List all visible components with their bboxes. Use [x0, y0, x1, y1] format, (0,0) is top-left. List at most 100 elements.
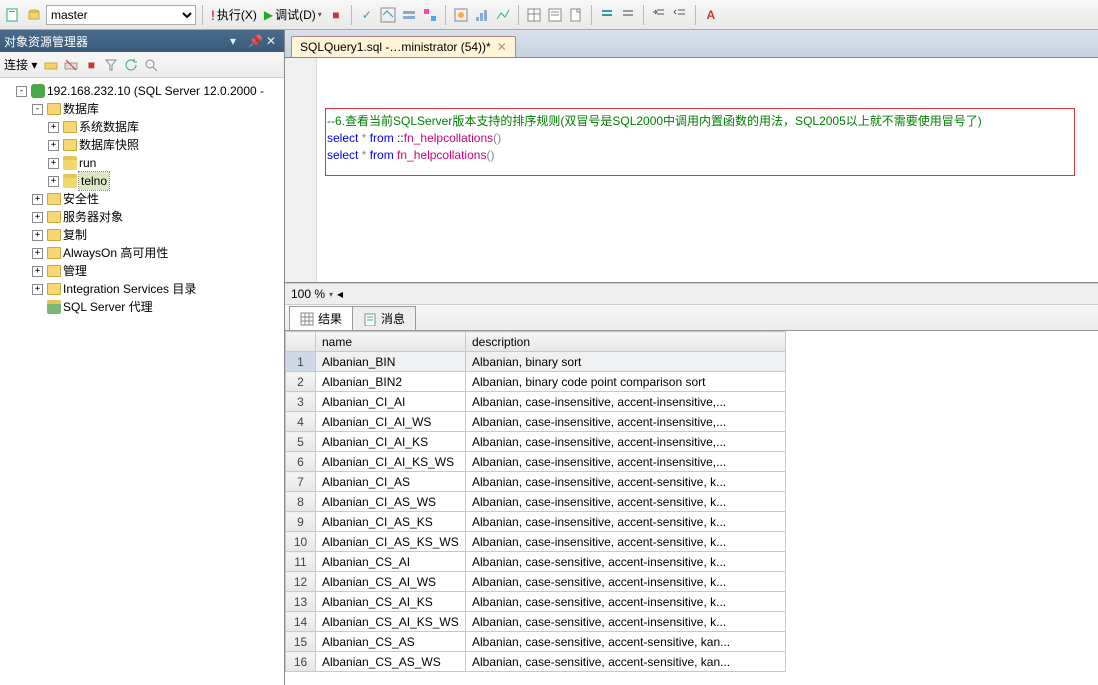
cell-name[interactable]: Albanian_BIN — [316, 352, 466, 372]
intellisense-icon[interactable] — [421, 6, 439, 24]
cell-description[interactable]: Albanian, case-insensitive, accent-sensi… — [466, 472, 786, 492]
table-row[interactable]: 4Albanian_CI_AI_WSAlbanian, case-insensi… — [286, 412, 786, 432]
table-row[interactable]: 1Albanian_BINAlbanian, binary sort — [286, 352, 786, 372]
refresh-icon[interactable] — [123, 57, 139, 73]
panel-pin-icon[interactable]: 📌 — [248, 34, 262, 48]
results-grid-icon[interactable] — [525, 6, 543, 24]
cancel-icon[interactable]: ■ — [327, 6, 345, 24]
rownum-cell[interactable]: 9 — [286, 512, 316, 532]
cell-description[interactable]: Albanian, binary code point comparison s… — [466, 372, 786, 392]
table-row[interactable]: 16Albanian_CS_AS_WSAlbanian, case-sensit… — [286, 652, 786, 672]
rownum-cell[interactable]: 14 — [286, 612, 316, 632]
connect-icon[interactable] — [43, 57, 59, 73]
cell-name[interactable]: Albanian_CI_AS_KS_WS — [316, 532, 466, 552]
table-row[interactable]: 6Albanian_CI_AI_KS_WSAlbanian, case-inse… — [286, 452, 786, 472]
zoom-dropdown-icon[interactable]: ▾ — [329, 290, 333, 299]
include-plan-icon[interactable] — [452, 6, 470, 24]
rownum-cell[interactable]: 8 — [286, 492, 316, 512]
results-text-icon[interactable] — [546, 6, 564, 24]
cell-description[interactable]: Albanian, case-sensitive, accent-insensi… — [466, 552, 786, 572]
rownum-cell[interactable]: 13 — [286, 592, 316, 612]
cell-name[interactable]: Albanian_CI_AS_WS — [316, 492, 466, 512]
alwayson-node[interactable]: +AlwaysOn 高可用性 — [32, 244, 284, 262]
server-node[interactable]: -192.168.232.10 (SQL Server 12.0.2000 - — [16, 82, 284, 100]
stop-icon[interactable]: ■ — [83, 57, 99, 73]
panel-dropdown-icon[interactable]: ▾ — [230, 34, 244, 48]
rownum-cell[interactable]: 5 — [286, 432, 316, 452]
debug-button[interactable]: ▶调试(D)▾ — [262, 6, 324, 23]
integration-services-node[interactable]: +Integration Services 目录 — [32, 280, 284, 298]
cell-name[interactable]: Albanian_CS_AI_KS_WS — [316, 612, 466, 632]
manage-node[interactable]: +管理 — [32, 262, 284, 280]
cell-description[interactable]: Albanian, case-insensitive, accent-insen… — [466, 412, 786, 432]
estimated-plan-icon[interactable] — [379, 6, 397, 24]
cell-name[interactable]: Albanian_CI_AS_KS — [316, 512, 466, 532]
cell-name[interactable]: Albanian_CS_AI — [316, 552, 466, 572]
rownum-cell[interactable]: 2 — [286, 372, 316, 392]
server-objects-node[interactable]: +服务器对象 — [32, 208, 284, 226]
cell-name[interactable]: Albanian_CS_AI_KS — [316, 592, 466, 612]
results-tab[interactable]: 结果 — [289, 306, 353, 330]
database-select[interactable]: master — [46, 5, 196, 25]
cell-description[interactable]: Albanian, case-sensitive, accent-sensiti… — [466, 632, 786, 652]
outdent-icon[interactable] — [671, 6, 689, 24]
table-row[interactable]: 2Albanian_BIN2Albanian, binary code poin… — [286, 372, 786, 392]
results-grid-wrap[interactable]: name description 1Albanian_BINAlbanian, … — [285, 331, 1098, 685]
cell-name[interactable]: Albanian_BIN2 — [316, 372, 466, 392]
cell-name[interactable]: Albanian_CI_AI_KS_WS — [316, 452, 466, 472]
cell-name[interactable]: Albanian_CI_AI — [316, 392, 466, 412]
rownum-cell[interactable]: 4 — [286, 412, 316, 432]
messages-tab[interactable]: 消息 — [352, 306, 416, 330]
rownum-cell[interactable]: 7 — [286, 472, 316, 492]
disconnect-icon[interactable] — [63, 57, 79, 73]
col-header-name[interactable]: name — [316, 332, 466, 352]
cell-name[interactable]: Albanian_CI_AS — [316, 472, 466, 492]
cell-name[interactable]: Albanian_CI_AI_KS — [316, 432, 466, 452]
rownum-cell[interactable]: 12 — [286, 572, 316, 592]
db-run-node[interactable]: +run — [48, 154, 284, 172]
new-query-icon[interactable] — [4, 6, 22, 24]
rownum-cell[interactable]: 15 — [286, 632, 316, 652]
cell-description[interactable]: Albanian, case-insensitive, accent-sensi… — [466, 532, 786, 552]
zoom-value[interactable]: 100 % — [291, 287, 325, 301]
sql-agent-node[interactable]: SQL Server 代理 — [32, 298, 284, 316]
cell-description[interactable]: Albanian, case-sensitive, accent-insensi… — [466, 592, 786, 612]
include-stats-icon[interactable] — [473, 6, 491, 24]
cell-description[interactable]: Albanian, case-insensitive, accent-insen… — [466, 392, 786, 412]
panel-close-icon[interactable]: ✕ — [266, 34, 280, 48]
sys-databases-node[interactable]: +系统数据库 — [48, 118, 284, 136]
cell-description[interactable]: Albanian, case-insensitive, accent-sensi… — [466, 492, 786, 512]
cell-name[interactable]: Albanian_CS_AI_WS — [316, 572, 466, 592]
cell-name[interactable]: Albanian_CS_AS — [316, 632, 466, 652]
results-file-icon[interactable] — [567, 6, 585, 24]
rownum-cell[interactable]: 16 — [286, 652, 316, 672]
cell-name[interactable]: Albanian_CS_AS_WS — [316, 652, 466, 672]
db-snapshots-node[interactable]: +数据库快照 — [48, 136, 284, 154]
table-row[interactable]: 5Albanian_CI_AI_KSAlbanian, case-insensi… — [286, 432, 786, 452]
cell-description[interactable]: Albanian, case-sensitive, accent-sensiti… — [466, 652, 786, 672]
sql-editor[interactable]: --6.查看当前SQLServer版本支持的排序规则(双冒号是SQL2000中调… — [285, 58, 1098, 283]
rownum-header[interactable] — [286, 332, 316, 352]
table-row[interactable]: 7Albanian_CI_ASAlbanian, case-insensitiv… — [286, 472, 786, 492]
rownum-cell[interactable]: 6 — [286, 452, 316, 472]
indent-icon[interactable] — [650, 6, 668, 24]
specify-values-icon[interactable]: A — [702, 6, 720, 24]
table-row[interactable]: 15Albanian_CS_ASAlbanian, case-sensitive… — [286, 632, 786, 652]
rownum-cell[interactable]: 10 — [286, 532, 316, 552]
cell-description[interactable]: Albanian, binary sort — [466, 352, 786, 372]
table-row[interactable]: 14Albanian_CS_AI_KS_WSAlbanian, case-sen… — [286, 612, 786, 632]
table-row[interactable]: 13Albanian_CS_AI_KSAlbanian, case-sensit… — [286, 592, 786, 612]
cell-description[interactable]: Albanian, case-sensitive, accent-insensi… — [466, 612, 786, 632]
change-conn-icon[interactable] — [25, 6, 43, 24]
filter-icon[interactable] — [103, 57, 119, 73]
execute-button[interactable]: !执行(X) — [209, 6, 259, 23]
live-stats-icon[interactable] — [494, 6, 512, 24]
table-row[interactable]: 10Albanian_CI_AS_KS_WSAlbanian, case-ins… — [286, 532, 786, 552]
table-row[interactable]: 3Albanian_CI_AIAlbanian, case-insensitiv… — [286, 392, 786, 412]
table-row[interactable]: 8Albanian_CI_AS_WSAlbanian, case-insensi… — [286, 492, 786, 512]
connect-button[interactable]: 连接 ▾ — [4, 56, 37, 73]
table-row[interactable]: 11Albanian_CS_AIAlbanian, case-sensitive… — [286, 552, 786, 572]
replication-node[interactable]: +复制 — [32, 226, 284, 244]
split-left-icon[interactable]: ◂ — [337, 287, 343, 301]
security-node[interactable]: +安全性 — [32, 190, 284, 208]
